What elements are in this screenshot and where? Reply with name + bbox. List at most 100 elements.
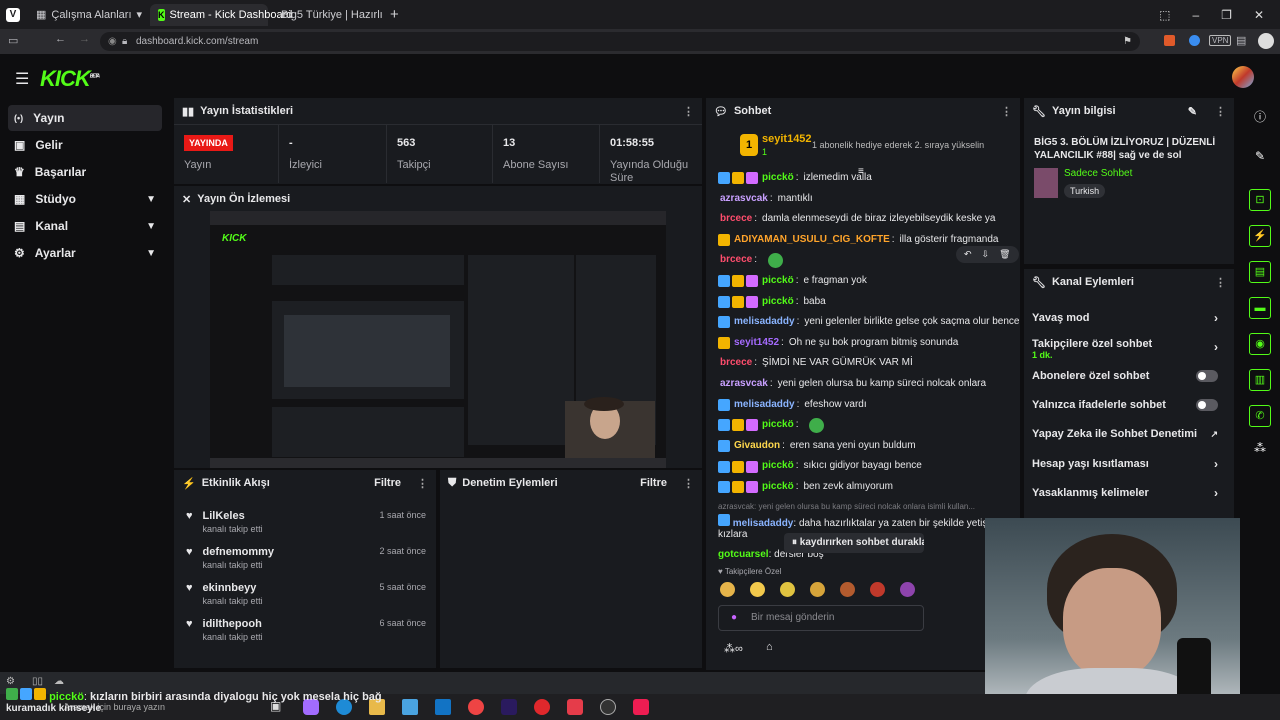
category-link[interactable]: Sadece Sohbet xyxy=(1064,168,1132,179)
new-tab-button[interactable]: + xyxy=(382,4,407,26)
chat-paused-banner[interactable]: ⏸︎ kaydırırken sohbet duraklatıldı xyxy=(784,533,924,553)
chat-username[interactable]: picckö xyxy=(762,292,794,313)
tiktok-icon[interactable] xyxy=(633,699,649,715)
sidebar-item-gelir[interactable]: ▣ Gelir xyxy=(8,132,162,158)
action-emote-chat[interactable]: Yalnızca ifadelerle sohbet xyxy=(1022,391,1228,419)
opera-icon[interactable] xyxy=(534,699,550,715)
chrome-icon[interactable] xyxy=(468,699,484,715)
action-banned-words[interactable]: Yasaklanmış kelimeler › xyxy=(1022,479,1228,507)
chat-username[interactable]: azrasvcak xyxy=(720,374,768,395)
layout-icon[interactable]: ▥ xyxy=(1249,369,1271,391)
browser-menu-icon[interactable]: V xyxy=(6,7,20,22)
edit-icon[interactable]: ✎ xyxy=(1188,105,1197,118)
info-icon[interactable]: ⓘ xyxy=(1240,108,1280,125)
mic-icon[interactable]: ● xyxy=(731,606,737,630)
edit-icon[interactable]: ✎ xyxy=(1240,149,1280,163)
action-slow-mode[interactable]: Yavaş mod › xyxy=(1022,304,1228,332)
store-icon[interactable]: ⌂ xyxy=(766,641,773,653)
more-icon[interactable]: ⋮ xyxy=(1215,276,1226,289)
more-icon[interactable]: ⋮ xyxy=(683,105,694,118)
chat-username[interactable]: ADIYAMAN_USULU_CIG_KOFTE xyxy=(734,230,890,251)
emote-icon[interactable] xyxy=(720,582,735,597)
extension-2-icon[interactable] xyxy=(1189,35,1200,46)
preview-video[interactable]: KICK xyxy=(210,211,666,468)
sub-chat-toggle[interactable] xyxy=(1196,370,1218,382)
vpn-button[interactable]: VPN xyxy=(1209,35,1232,46)
emote-icon[interactable] xyxy=(840,582,855,597)
chat-username[interactable]: Givaudon xyxy=(734,436,780,457)
close-icon[interactable]: ✕ xyxy=(1254,8,1264,22)
action-sub-chat[interactable]: Abonelere özel sohbet xyxy=(1022,362,1228,390)
tab-workspaces[interactable]: ▦ Çalışma Alanları ▾ xyxy=(28,4,150,26)
chat-username[interactable]: brcece xyxy=(720,353,752,374)
chat-username[interactable]: brcece xyxy=(720,209,752,230)
chat-icon[interactable]: ▬ xyxy=(1249,297,1271,319)
minimize-icon[interactable]: – xyxy=(1192,8,1199,22)
chat-username[interactable]: picckö xyxy=(762,168,794,189)
extension-icon[interactable] xyxy=(1164,35,1175,46)
maximize-icon[interactable]: ❐ xyxy=(1221,8,1232,22)
lightning-icon[interactable]: ⚡ xyxy=(1249,225,1271,247)
obs-icon[interactable] xyxy=(600,699,616,715)
action-follower-chat[interactable]: Takipçilere özel sohbet 1 dk. › xyxy=(1022,334,1228,364)
emote-icon[interactable] xyxy=(900,582,915,597)
sidebar-item-studyo[interactable]: ▦ Stüdyo ▼ xyxy=(8,186,162,212)
wrench-icon[interactable]: ✆ xyxy=(1249,405,1271,427)
emote-icon[interactable] xyxy=(810,582,825,597)
clip-icon[interactable]: ⊡ xyxy=(1249,189,1271,211)
delete-icon[interactable]: 🗑︎ xyxy=(999,249,1010,260)
action-account-age[interactable]: Hesap yaşı kısıtlaması › xyxy=(1022,450,1228,478)
reply-icon[interactable]: ↶ xyxy=(964,249,972,260)
sidebar-item-kanal[interactable]: ▤ Kanal ▼ xyxy=(8,213,162,239)
more-icon[interactable]: ⋮ xyxy=(417,477,428,490)
chat-username[interactable]: picckö xyxy=(762,415,794,436)
filter-button[interactable]: Filtre xyxy=(640,477,667,489)
pause-icon[interactable]: ▯▯ xyxy=(32,676,43,687)
forward-icon[interactable]: → xyxy=(79,33,90,45)
tab-big5[interactable]: Big5 Türkiye | Hazırlık Sezon xyxy=(268,4,382,26)
pin-icon[interactable]: ⇩ xyxy=(982,249,990,260)
filter-button[interactable]: Filtre xyxy=(374,477,401,489)
vivaldi-icon[interactable] xyxy=(567,699,583,715)
more-icon[interactable]: ⋮ xyxy=(1215,105,1226,118)
document-icon[interactable]: ▤ xyxy=(1249,261,1271,283)
chat-username[interactable]: picckö xyxy=(762,456,794,477)
sidebar-item-yayin[interactable]: (•) Yayın xyxy=(8,105,162,131)
bookmark-icon[interactable]: ⚑ xyxy=(1123,32,1132,51)
chat-username[interactable]: melisadaddy xyxy=(734,312,795,333)
action-ai-moderation[interactable]: Yapay Zeka ile Sohbet Denetimi ↗ xyxy=(1022,420,1228,448)
points-icon[interactable]: ⁂∞ xyxy=(724,642,743,655)
emote-icon[interactable] xyxy=(780,582,795,597)
sidebar-item-basarilar[interactable]: ♛ Başarılar xyxy=(8,159,162,185)
sidebar-item-ayarlar[interactable]: ⚙ Ayarlar ▼ xyxy=(8,240,162,266)
chat-username[interactable]: seyit1452 xyxy=(734,333,779,354)
back-icon[interactable]: ← xyxy=(55,33,66,45)
profile-avatar[interactable] xyxy=(1258,33,1274,49)
sidebar-toggle-icon[interactable]: ▭ xyxy=(8,34,18,47)
chat-username[interactable]: brcece xyxy=(720,250,752,271)
cloud-icon[interactable]: ☁ xyxy=(54,676,64,687)
broadcast-icon[interactable]: ◉ xyxy=(1249,333,1271,355)
chat-username[interactable]: melisadaddy xyxy=(734,395,795,416)
tab-kick-dashboard[interactable]: K Stream - Kick Dashboard xyxy=(150,3,292,26)
menu-icon[interactable]: ☰ xyxy=(15,69,29,89)
chat-username[interactable]: picckö xyxy=(762,271,794,292)
url-field[interactable]: ◉ 🔒︎ dashboard.kick.com/stream ⚑ xyxy=(100,32,1140,51)
premiere-icon[interactable] xyxy=(501,699,517,715)
pinned-user[interactable]: seyit1452 xyxy=(762,133,812,145)
outlook-icon[interactable] xyxy=(435,699,451,715)
emote-chat-toggle[interactable] xyxy=(1196,399,1218,411)
emote-icon[interactable] xyxy=(750,582,765,597)
emote-icon[interactable] xyxy=(870,582,885,597)
store-icon[interactable] xyxy=(402,699,418,715)
chat-input[interactable]: ● Bir mesaj gönderin xyxy=(718,605,924,631)
more-icon[interactable]: ⋮ xyxy=(1001,105,1012,118)
wallet-icon[interactable]: ▤ xyxy=(1236,34,1246,47)
points-icon[interactable]: ⁂ xyxy=(1240,441,1280,455)
more-icon[interactable]: ⋮ xyxy=(683,477,694,490)
chat-username[interactable]: azrasvcak xyxy=(720,189,768,210)
downloads-icon[interactable]: ⬚ xyxy=(1159,8,1170,22)
user-avatar[interactable] xyxy=(1232,66,1254,88)
chat-username[interactable]: picckö xyxy=(762,477,794,498)
settings-icon[interactable]: ⚙ xyxy=(6,676,15,687)
